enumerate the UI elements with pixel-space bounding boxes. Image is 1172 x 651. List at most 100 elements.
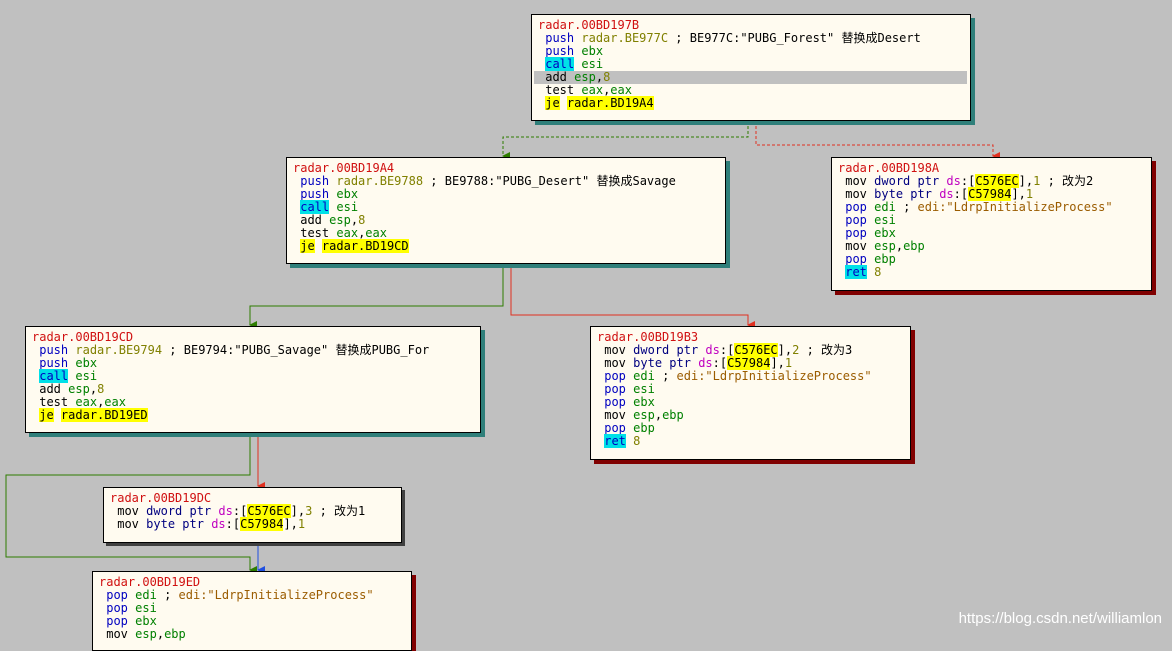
operand: esi <box>633 382 655 396</box>
instruction-line[interactable]: mov esp,ebp <box>99 628 411 641</box>
mnemonic: mov <box>604 356 626 370</box>
instruction-line[interactable]: ret 8 <box>838 265 1151 279</box>
operand: ], <box>770 356 785 370</box>
operand[interactable]: radar.BD19A4 <box>566 96 654 110</box>
operand: :[ <box>953 187 969 201</box>
mnemonic: pop <box>106 614 128 628</box>
code-block-00bd19b3[interactable]: radar.00BD19B3 mov dword ptr ds:[C576EC]… <box>590 326 911 460</box>
operand: esi <box>336 200 359 214</box>
operand: , <box>654 408 663 422</box>
instruction-line[interactable]: push ebx <box>32 357 480 370</box>
operand: byte ptr <box>146 517 212 531</box>
code-block-00bd198a[interactable]: radar.00BD198A mov dword ptr ds:[C576EC]… <box>831 157 1152 291</box>
code-block-00bd197b[interactable]: radar.00BD197B push radar.BE977C ; BE977… <box>531 14 971 121</box>
instruction-line[interactable]: je radar.BD19ED <box>32 408 480 422</box>
operand: 8 <box>358 213 366 227</box>
operand: esp <box>633 408 655 422</box>
mnemonic: je <box>300 239 315 253</box>
mnemonic: mov <box>604 408 626 422</box>
comment: edi:"LdrpInitializeProcess" <box>178 588 374 602</box>
operand: esp <box>874 239 896 253</box>
operand: :[ <box>719 343 735 357</box>
edge-197b-to-198a <box>755 121 1000 160</box>
edge-197b-to-19a4 <box>502 121 749 160</box>
operand: radar.BE977C <box>581 31 669 45</box>
mnemonic: mov <box>845 187 867 201</box>
code-block-00bd19dc[interactable]: radar.00BD19DC mov dword ptr ds:[C576EC]… <box>103 487 402 543</box>
mnemonic: push <box>300 174 330 188</box>
operand: esp <box>574 70 596 84</box>
mnemonic: je <box>545 96 560 110</box>
operand: ], <box>290 504 306 518</box>
operand: dword ptr <box>633 343 706 357</box>
watermark: https://blog.csdn.net/williamlon <box>958 610 1162 627</box>
mnemonic: ret <box>845 265 867 279</box>
operand[interactable]: radar.BD19CD <box>321 239 409 253</box>
mnemonic: push <box>300 187 330 201</box>
mnemonic: test <box>545 83 575 97</box>
mnemonic: pop <box>604 369 626 383</box>
code-block-00bd19a4[interactable]: radar.00BD19A4 push radar.BE9788 ; BE978… <box>286 157 726 264</box>
mnemonic: call <box>545 57 575 71</box>
operand: radar.BE9794 <box>75 343 163 357</box>
operand: ds <box>939 187 954 201</box>
operand: ebp <box>164 627 186 641</box>
instruction-line[interactable]: ret 8 <box>597 434 910 448</box>
instruction-line[interactable]: mov byte ptr ds:[C57984],1 <box>110 517 401 531</box>
mnemonic: pop <box>604 382 626 396</box>
operand: , <box>156 627 165 641</box>
code-block-00bd19cd[interactable]: radar.00BD19CD push radar.BE9794 ; BE979… <box>25 326 481 433</box>
operand: ds <box>946 174 961 188</box>
operand[interactable]: radar.BD19ED <box>60 408 148 422</box>
mnemonic: test <box>300 226 330 240</box>
operand: ebx <box>581 44 604 58</box>
comment: ; <box>895 200 918 214</box>
edge-19a4-to-19b3 <box>510 264 755 329</box>
edge-19a4-to-19cd <box>249 264 504 329</box>
mnemonic: push <box>545 31 575 45</box>
operand: 1 <box>297 517 306 531</box>
mnemonic: ret <box>604 434 626 448</box>
mnemonic: mov <box>845 174 867 188</box>
mnemonic: mov <box>604 343 626 357</box>
operand[interactable]: C57984 <box>240 517 284 531</box>
code-block-00bd19ed[interactable]: radar.00BD19ED pop edi ; edi:"LdrpInitia… <box>92 571 412 651</box>
operand: , <box>595 70 604 84</box>
instruction-line[interactable]: push radar.BE9794 ; BE9794:"PUBG_Savage"… <box>32 344 480 357</box>
operand: :[ <box>225 517 241 531</box>
mnemonic: push <box>39 356 69 370</box>
mnemonic: pop <box>845 213 867 227</box>
operand: :[ <box>960 174 976 188</box>
operand[interactable]: C576EC <box>247 504 291 518</box>
mnemonic: mov <box>117 517 139 531</box>
comment: edi:"LdrpInitializeProcess" <box>676 369 872 383</box>
instruction-line[interactable]: je radar.BD19A4 <box>538 96 970 110</box>
operand: ], <box>283 517 298 531</box>
instruction-line[interactable]: pop ebp <box>597 422 910 435</box>
operand: 1 <box>1025 187 1034 201</box>
operand[interactable]: C576EC <box>975 174 1019 188</box>
operand: eax <box>610 83 632 97</box>
operand: ebp <box>633 421 655 435</box>
operand: :[ <box>712 356 728 370</box>
comment: ; BE9794:"PUBG_Savage" 替换成PUBG_For <box>162 343 430 357</box>
mnemonic: pop <box>604 395 626 409</box>
operand[interactable]: C57984 <box>727 356 771 370</box>
operand: edi <box>135 588 157 602</box>
mnemonic: je <box>39 408 54 422</box>
operand[interactable]: C576EC <box>734 343 778 357</box>
operand: ], <box>777 343 793 357</box>
comment: ; <box>156 588 179 602</box>
instruction-line[interactable]: je radar.BD19CD <box>293 239 725 253</box>
operand: ], <box>1018 174 1034 188</box>
operand: esi <box>135 601 157 615</box>
mnemonic: pop <box>604 421 626 435</box>
operand: eax <box>75 395 98 409</box>
instruction-line[interactable]: pop ebp <box>838 253 1151 266</box>
mnemonic: pop <box>106 588 128 602</box>
operand: , <box>895 239 904 253</box>
operand[interactable]: C57984 <box>968 187 1012 201</box>
operand: ebx <box>75 356 98 370</box>
operand: dword ptr <box>874 174 947 188</box>
comment: edi:"LdrpInitializeProcess" <box>917 200 1113 214</box>
